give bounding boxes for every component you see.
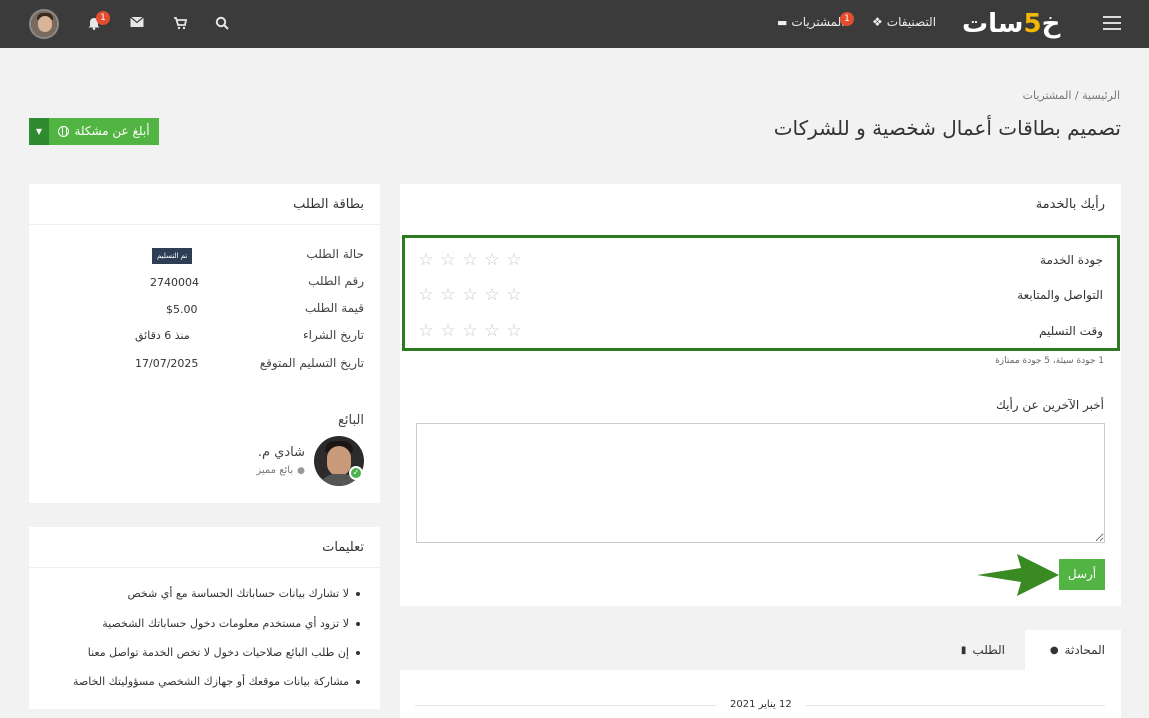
messages-icon[interactable] (129, 16, 145, 32)
rating-criteria-box: جودة الخدمة ☆ ☆ ☆ ☆ ☆ التواصل والمتابعة ☆ ☆ ☆ ☆… (402, 235, 1120, 351)
star-icon[interactable]: ☆ (505, 322, 523, 340)
bullet (356, 650, 360, 655)
service-quality-stars: ☆ ☆ ☆ ☆ ☆ (417, 251, 523, 269)
instruction-text: مشاركة بيانات موقعك أو جهازك الشخصي مسؤو… (73, 675, 349, 688)
order-status-badge: تم التسليم (152, 248, 193, 264)
purchases-count-badge: 1 (840, 12, 854, 26)
breadcrumb-separator: / (1074, 89, 1079, 102)
comments-icon: ● (1049, 644, 1059, 656)
star-icon[interactable]: ☆ (483, 286, 501, 304)
nav-categories[interactable]: التصنيفات ❖ (872, 15, 936, 29)
logo-text-left: سات (962, 9, 1024, 39)
search-icon[interactable] (214, 16, 230, 32)
service-quality-label: جودة الخدمة (1040, 253, 1103, 267)
bullet (356, 621, 360, 626)
report-dropdown-caret[interactable]: ▼ (29, 118, 49, 145)
cart-icon[interactable] (172, 16, 188, 32)
logo-digit: 5 (1023, 9, 1042, 39)
comment-label: أخبر الآخرين عن رأيك (995, 398, 1104, 412)
instructions-title: تعليمات (322, 540, 364, 555)
tab-order[interactable]: الطلب ▮ (945, 630, 1021, 670)
divider (29, 224, 380, 225)
instructions-card: تعليمات لا تشارك بيانات حساباتك الحساسة … (29, 527, 380, 709)
star-icon[interactable]: ☆ (417, 322, 435, 340)
khamsat-logo[interactable]: خ5سات (962, 6, 1060, 42)
order-card: بطاقة الطلب حالة الطلب تم التسليم رقم ال… (29, 184, 380, 503)
instruction-item: مشاركة بيانات موقعك أو جهازك الشخصي مسؤو… (73, 675, 360, 688)
hamburger-menu-icon[interactable] (1103, 16, 1121, 30)
expected-delivery-value: 17/07/2025 (135, 357, 199, 370)
seller-heading: البائع (338, 413, 364, 428)
rating-scale-hint: 1 جودة سيئة، 5 جودة ممتازة (995, 356, 1104, 366)
star-icon[interactable]: ☆ (505, 251, 523, 269)
breadcrumb-home[interactable]: الرئيسية (1082, 89, 1120, 102)
arrow-pointer-icon (977, 554, 1059, 596)
instruction-item: لا تزود أي مستخدم معلومات دخول حساباتك ا… (102, 617, 360, 630)
report-problem-button[interactable]: أبلغ عن مشكلة (49, 118, 159, 145)
delivery-time-label: وقت التسليم (1038, 324, 1103, 338)
purchase-date-value: منذ 6 دقائق (135, 329, 190, 342)
logo-text-right: خ (1041, 9, 1061, 39)
star-icon[interactable]: ☆ (505, 286, 523, 304)
verified-check-icon: ✓ (349, 466, 363, 480)
star-icon[interactable]: ☆ (461, 251, 479, 269)
breadcrumb: الرئيسية / المشتريات (1023, 89, 1120, 102)
comment-textarea[interactable] (416, 423, 1105, 543)
seller-level-text: بائع مميز (256, 465, 294, 476)
delivery-time-stars: ☆ ☆ ☆ ☆ ☆ (417, 322, 523, 340)
instruction-text: إن طلب البائع صلاحيات دخول لا تخص الخدمة… (87, 646, 349, 659)
order-number-value: 2740004 (150, 276, 199, 289)
star-icon[interactable]: ☆ (417, 286, 435, 304)
order-card-title: بطاقة الطلب (293, 197, 364, 212)
bullet (356, 591, 360, 596)
folder-icon: ▬ (777, 15, 788, 29)
review-title: رأيك بالخدمة (1035, 197, 1105, 212)
instruction-text: لا تشارك بيانات حساباتك الحساسة مع أي شخ… (127, 587, 349, 600)
star-icon[interactable]: ☆ (417, 251, 435, 269)
star-icon[interactable]: ☆ (461, 286, 479, 304)
instruction-text: لا تزود أي مستخدم معلومات دخول حساباتك ا… (102, 617, 349, 630)
instruction-item: إن طلب البائع صلاحيات دخول لا تخص الخدمة… (88, 646, 360, 659)
send-review-button[interactable]: أرسل (1059, 559, 1105, 590)
nav-purchases[interactable]: المشتريات ▬ (777, 15, 845, 29)
conversation-date: 12 يناير 2021 (716, 699, 806, 710)
star-icon[interactable]: ☆ (461, 322, 479, 340)
purchases-label: المشتريات (791, 15, 845, 29)
report-problem-label: أبلغ عن مشكلة (74, 124, 150, 138)
document-icon: ▮ (960, 644, 967, 656)
instruction-item: لا تشارك بيانات حساباتك الحساسة مع أي شخ… (127, 587, 360, 600)
tab-conversation-label: المحادثة (1064, 643, 1105, 657)
seller-name[interactable]: شادي م. (258, 445, 305, 460)
star-icon[interactable]: ☆ (439, 322, 457, 340)
bullet (356, 679, 360, 684)
seller-level: ● بائع مميز (256, 465, 305, 476)
tabs-bar: المحادثة ● الطلب ▮ (400, 630, 1121, 670)
communication-stars: ☆ ☆ ☆ ☆ ☆ (417, 286, 523, 304)
user-icon: ● (297, 465, 305, 476)
notifications-count-badge: 1 (96, 11, 110, 25)
report-problem-button-group: ▼ أبلغ عن مشكلة (29, 118, 159, 145)
order-price-value: $5.00 (166, 303, 198, 316)
globe-icon (58, 126, 70, 137)
tab-order-label: الطلب (972, 643, 1005, 657)
star-icon[interactable]: ☆ (483, 322, 501, 340)
tab-conversation[interactable]: المحادثة ● (1025, 630, 1121, 670)
star-icon[interactable]: ☆ (439, 251, 457, 269)
page-title: تصميم بطاقات أعمال شخصية و للشركات (773, 116, 1121, 140)
purchase-date-label: تاريخ الشراء (303, 328, 364, 342)
order-price-label: قيمة الطلب (304, 301, 364, 315)
order-status-label: حالة الطلب (306, 247, 364, 261)
star-icon[interactable]: ☆ (439, 286, 457, 304)
user-avatar[interactable] (29, 9, 59, 39)
divider (29, 567, 380, 568)
cubes-icon: ❖ (872, 15, 883, 29)
top-navbar: خ5سات التصنيفات ❖ المشتريات ▬ 1 1 (0, 0, 1149, 48)
categories-label: التصنيفات (886, 15, 937, 29)
star-icon[interactable]: ☆ (483, 251, 501, 269)
conversation-area (400, 670, 1121, 718)
breadcrumb-current[interactable]: المشتريات (1023, 89, 1072, 102)
order-number-label: رقم الطلب (308, 274, 364, 288)
expected-delivery-label: تاريخ التسليم المتوقع (259, 356, 364, 370)
communication-label: التواصل والمتابعة (1017, 288, 1103, 302)
